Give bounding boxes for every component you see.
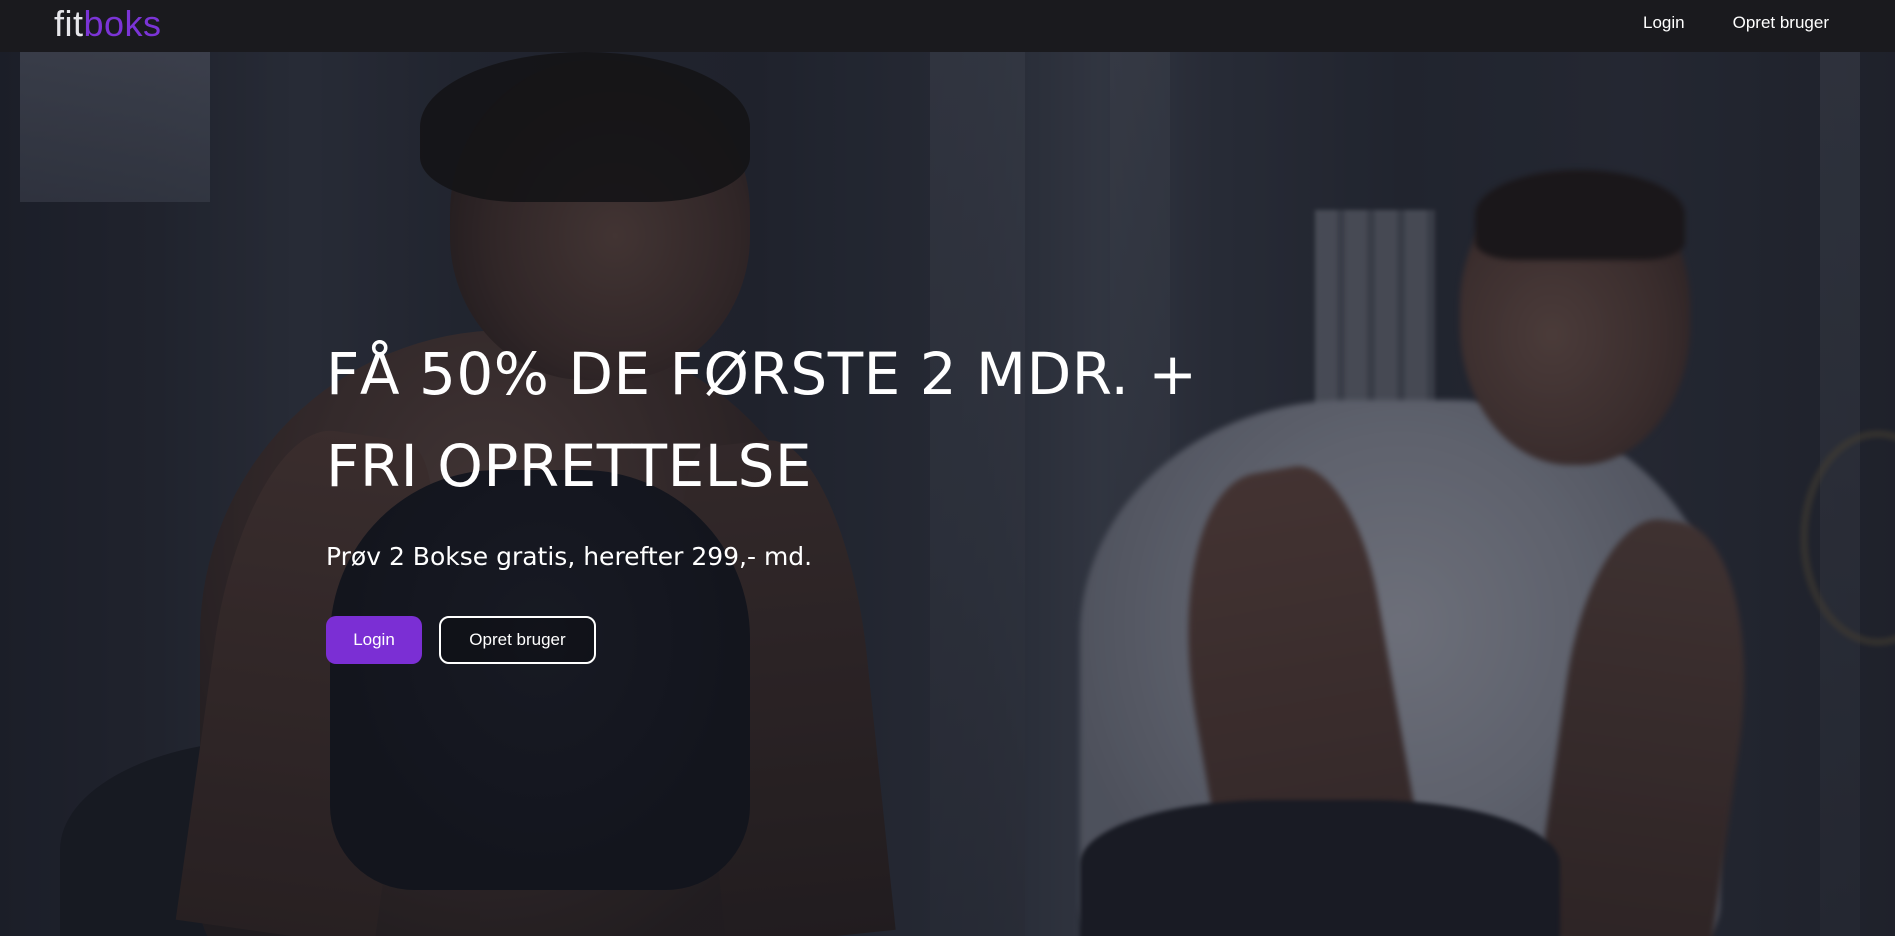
hero-section: FÅ 50% DE FØRSTE 2 MDR. + FRI OPRETTELSE…	[326, 328, 1197, 664]
logo-text-fit: fit	[54, 3, 84, 44]
nav-links: Login Opret bruger	[1643, 0, 1829, 46]
landing-page: fitboks Login Opret bruger FÅ 50% DE FØR…	[0, 0, 1895, 936]
nav-signup-link[interactable]: Opret bruger	[1733, 13, 1829, 33]
hero-button-group: Login Opret bruger	[326, 616, 1197, 664]
fitboks-logo[interactable]: fitboks	[54, 2, 162, 46]
top-navbar: fitboks Login Opret bruger	[0, 0, 1895, 52]
hero-title-line: FRI OPRETTELSE	[326, 432, 813, 500]
hero-login-button[interactable]: Login	[326, 616, 422, 664]
hero-signup-button[interactable]: Opret bruger	[439, 616, 596, 664]
hero-title: FÅ 50% DE FØRSTE 2 MDR. + FRI OPRETTELSE	[326, 328, 1197, 512]
hero-title-line: FÅ 50% DE FØRSTE 2 MDR. +	[326, 340, 1198, 408]
hero-subtitle: Prøv 2 Bokse gratis, herefter 299,- md.	[326, 542, 813, 571]
nav-login-link[interactable]: Login	[1643, 13, 1685, 33]
logo-text-boks: boks	[83, 3, 162, 44]
